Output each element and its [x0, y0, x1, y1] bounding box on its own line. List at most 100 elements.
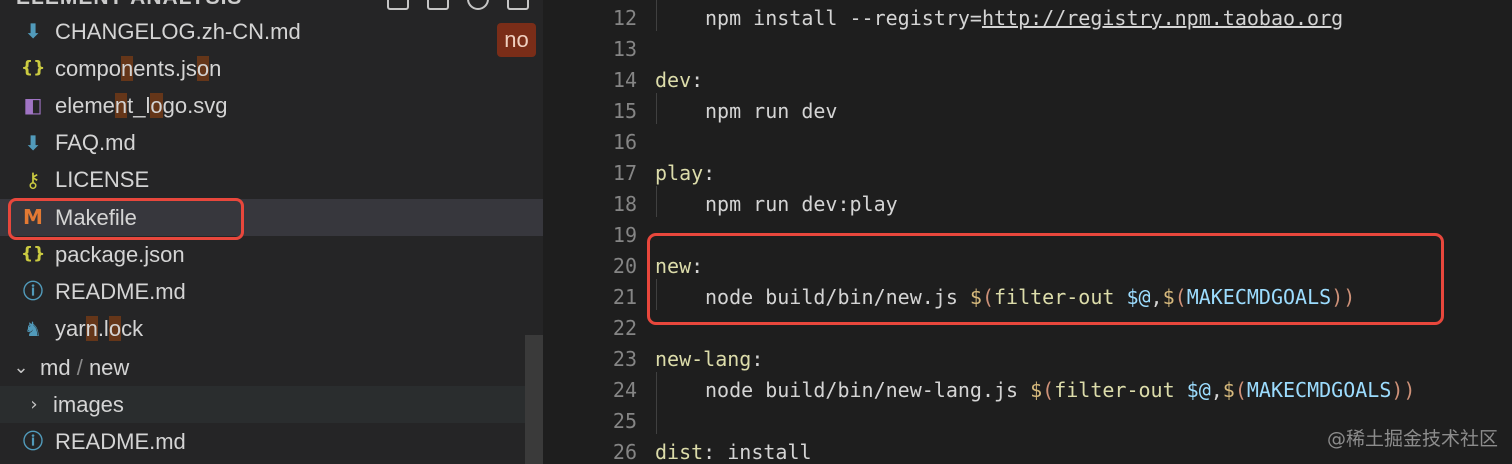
code-token: : — [703, 161, 716, 185]
file-label: components.json — [55, 55, 221, 82]
file-row[interactable]: ◧ element_logo.svg — [0, 87, 543, 124]
file-row[interactable]: ⬇ CHANGELOG.zh-CN.md — [0, 13, 543, 50]
chevron-right-icon: › — [30, 394, 38, 415]
folder-md-new[interactable]: ⌄ md / new — [0, 349, 543, 386]
code-text: npm run dev — [705, 96, 837, 127]
code-token: : — [691, 68, 704, 92]
file-row[interactable]: {} package.json — [0, 236, 543, 273]
folder-label: images — [53, 391, 124, 417]
code-token: $ — [1030, 378, 1043, 402]
folder-path-new: new — [88, 354, 130, 380]
path-separator: / — [76, 354, 83, 380]
code-editor[interactable]: 12 npm install --registry=http://registry… — [543, 0, 1512, 464]
collapse-all-icon[interactable] — [507, 0, 529, 10]
file-label: yarn.lock — [55, 316, 143, 342]
file-row[interactable]: ⓘ README.md — [0, 273, 543, 310]
label-text: yar — [55, 316, 86, 342]
code-token: ( — [1234, 378, 1247, 402]
line-number: 12 — [612, 6, 637, 30]
file-label: README.md — [55, 279, 186, 305]
code-text: play: — [655, 158, 715, 189]
search-match-highlight: o — [108, 316, 122, 342]
search-match-highlight: o — [150, 92, 163, 118]
file-row[interactable]: ♞ yarn.lock — [0, 311, 543, 348]
code-token: : install — [703, 440, 812, 464]
code-line[interactable]: 13 — [543, 34, 1512, 65]
line-number: 25 — [612, 409, 637, 433]
line-number: 20 — [612, 254, 637, 278]
code-line[interactable]: 24 node build/bin/new-lang.js $(filter-ou… — [543, 375, 1512, 406]
line-number: 18 — [612, 192, 637, 216]
label-text: ck — [121, 316, 144, 342]
file-label: package.json — [55, 242, 185, 268]
code-token: filter-out — [1054, 378, 1187, 402]
folder-images[interactable]: › images — [0, 386, 543, 423]
file-row[interactable]: ⚷ LICENSE — [0, 162, 543, 199]
code-text: node build/bin/new-lang.js $(filter-out … — [705, 375, 1415, 406]
code-token: : — [751, 347, 764, 371]
code-token: ( — [1042, 378, 1055, 402]
code-token: , — [1210, 378, 1223, 402]
code-line[interactable]: 12 npm install --registry=http://registry… — [543, 3, 1512, 34]
line-number: 22 — [612, 316, 637, 340]
code-text: dev: — [655, 65, 703, 96]
search-match-badge: no — [497, 23, 536, 57]
line-number: 26 — [612, 440, 637, 464]
refresh-icon[interactable] — [467, 0, 489, 10]
line-number: 17 — [612, 161, 637, 185]
label-text: .l — [97, 316, 109, 342]
markdown-download-icon: ⬇ — [24, 130, 42, 155]
code-line[interactable]: 16 — [543, 127, 1512, 158]
search-match-highlight: n — [121, 55, 134, 81]
search-match-highlight: n — [85, 316, 98, 342]
label-text: compo — [55, 55, 122, 81]
line-number: 19 — [612, 223, 637, 247]
file-label: CHANGELOG.zh-CN.md — [55, 19, 301, 45]
label-text: LICENSE — [55, 167, 150, 193]
file-label: FAQ.md — [55, 130, 136, 156]
code-token: dist — [655, 440, 704, 464]
json-braces-icon: {} — [21, 58, 46, 79]
code-line[interactable]: 23 new-lang: — [543, 344, 1512, 375]
sidebar-scrollbar[interactable] — [525, 335, 543, 464]
code-text: npm install --registry=http://registry.n… — [705, 3, 1343, 34]
code-text: npm run dev:play — [705, 189, 898, 220]
code-token: npm run dev:play — [705, 192, 898, 216]
label-text: ents.js — [133, 55, 197, 81]
file-label: LICENSE — [55, 167, 149, 193]
label-text: package.json — [55, 241, 185, 267]
markdown-download-icon: ⬇ — [24, 19, 42, 43]
code-text: dist: install — [655, 437, 812, 464]
yarn-cat-icon: ♞ — [24, 316, 42, 341]
info-circle-icon: ⓘ — [23, 429, 43, 453]
file-label: element_logo.svg — [55, 92, 228, 119]
code-token: npm run dev — [705, 99, 838, 123]
code-token: dev — [655, 68, 692, 92]
label-text: CHANGELOG.zh-CN.md — [55, 18, 301, 44]
code-line[interactable]: 17 play: — [543, 158, 1512, 189]
line-number: 14 — [612, 68, 637, 92]
json-braces-icon: {} — [21, 244, 46, 265]
search-match-highlight: o — [196, 55, 210, 81]
new-file-icon[interactable] — [387, 0, 409, 10]
file-readme-md-new[interactable]: ⓘ README.md — [0, 423, 543, 460]
code-line[interactable]: 14 dev: — [543, 65, 1512, 96]
line-number: 16 — [612, 130, 637, 154]
watermark: @稀土掘金技术社区 — [1326, 428, 1498, 450]
code-token: )) — [1391, 378, 1416, 402]
new-folder-icon[interactable] — [427, 0, 449, 10]
code-token: MAKECMDGOALS — [1246, 378, 1392, 402]
label-text: go.svg — [162, 92, 228, 118]
code-token: npm install --registry= — [705, 6, 982, 30]
file-label: README.md — [55, 428, 186, 454]
code-token: play — [655, 161, 704, 185]
file-row[interactable]: {} components.json — [0, 50, 543, 87]
new-target-highlight-box — [647, 233, 1444, 325]
code-token: $ — [1222, 378, 1235, 402]
code-token: http://registry.npm.taobao.org — [981, 6, 1344, 30]
code-line[interactable]: 15 npm run dev — [543, 96, 1512, 127]
line-number: 23 — [612, 347, 637, 371]
file-row[interactable]: ⬇ FAQ.md — [0, 125, 543, 162]
explorer-title: ELEMENT-ANALYSIS — [16, 0, 242, 10]
code-line[interactable]: 18 npm run dev:play — [543, 189, 1512, 220]
